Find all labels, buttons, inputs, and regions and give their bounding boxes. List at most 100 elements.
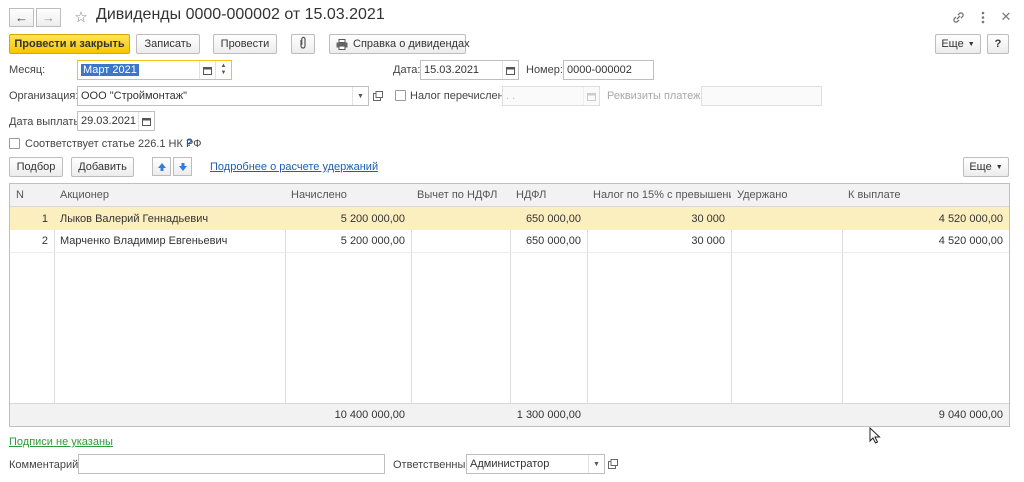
cell-accrued: 5 200 000,00 bbox=[340, 212, 405, 225]
calendar-icon[interactable] bbox=[502, 61, 518, 79]
tax-transferred-label: Налог перечислен: bbox=[410, 90, 507, 102]
col-header-payout[interactable]: К выплате bbox=[842, 184, 1009, 206]
org-label: Организация: bbox=[9, 90, 79, 102]
date-label: Дата: bbox=[393, 64, 421, 76]
cell-tax15: 30 000 bbox=[691, 235, 725, 247]
date-field[interactable]: 15.03.2021 bbox=[420, 60, 519, 80]
cell-withheld bbox=[731, 207, 842, 230]
cell-withheld bbox=[731, 230, 842, 252]
chevron-down-icon: ▼ bbox=[995, 163, 1003, 171]
table-more-label: Еще bbox=[969, 161, 992, 173]
link-icon[interactable] bbox=[951, 10, 965, 24]
page-title: Дивиденды 0000-000002 от 15.03.2021 bbox=[96, 6, 385, 23]
number-value: 0000-000002 bbox=[567, 64, 632, 76]
move-down-button[interactable] bbox=[173, 157, 192, 176]
post-button[interactable]: Провести bbox=[213, 34, 277, 54]
forward-button[interactable]: → bbox=[36, 8, 61, 27]
dividend-report-button[interactable]: Справка о дивидендах bbox=[329, 34, 470, 54]
article-226-label: Соответствует статье 226.1 НК РФ bbox=[25, 138, 202, 150]
cell-deduction bbox=[411, 230, 510, 252]
cell-ndfl: 650 000,00 bbox=[525, 235, 581, 247]
org-value: ООО "Строймонтаж" bbox=[81, 90, 188, 102]
paperclip-icon bbox=[298, 36, 308, 52]
dividend-report-label: Справка о дивидендах bbox=[353, 38, 470, 50]
article-226-checkbox[interactable] bbox=[9, 138, 20, 149]
number-field[interactable]: 0000-000002 bbox=[563, 60, 654, 80]
select-button[interactable]: Подбор bbox=[9, 157, 63, 177]
responsible-value: Администратор bbox=[470, 458, 550, 470]
save-button[interactable]: Записать bbox=[136, 34, 200, 54]
col-header-deduction[interactable]: Вычет по НДФЛ bbox=[411, 184, 510, 206]
payment-details-field bbox=[701, 86, 822, 106]
close-icon[interactable]: ✕ bbox=[999, 9, 1013, 24]
total-payout: 9 040 000,00 bbox=[938, 409, 1003, 421]
printer-icon bbox=[336, 38, 348, 50]
col-header-tax15[interactable]: Налог по 15% с превышения bbox=[587, 184, 731, 206]
cell-deduction bbox=[411, 207, 510, 230]
arrow-left-icon: ← bbox=[15, 10, 28, 25]
pay-date-field[interactable]: 29.03.2021 bbox=[77, 111, 155, 131]
responsible-label: Ответственный: bbox=[393, 459, 475, 471]
help-icon[interactable]: ? bbox=[186, 137, 193, 149]
table-row[interactable]: 2 Марченко Владимир Евгеньевич 5 200 000… bbox=[10, 230, 1009, 253]
date-value: 15.03.2021 bbox=[424, 64, 480, 76]
tax-date-field: . . bbox=[502, 86, 600, 106]
cell-accrued: 5 200 000,00 bbox=[340, 235, 405, 247]
org-field[interactable]: ООО "Строймонтаж" ▼ bbox=[77, 86, 369, 106]
add-button[interactable]: Добавить bbox=[71, 157, 134, 177]
cell-payout: 4 520 000,00 bbox=[938, 212, 1003, 225]
comment-label: Комментарий: bbox=[9, 459, 82, 471]
tax-transferred-checkbox[interactable] bbox=[395, 90, 406, 101]
move-up-button[interactable] bbox=[152, 157, 171, 176]
responsible-field[interactable]: Администратор ▼ bbox=[466, 454, 605, 474]
arrow-down-icon bbox=[178, 162, 188, 172]
cell-ndfl: 650 000,00 bbox=[525, 212, 581, 225]
stepper-icon[interactable]: ▲ ▼ bbox=[215, 61, 231, 79]
tax-date-placeholder: . . bbox=[506, 90, 516, 102]
total-ndfl: 1 300 000,00 bbox=[516, 409, 581, 421]
cell-payout: 4 520 000,00 bbox=[938, 235, 1003, 247]
calendar-icon[interactable] bbox=[199, 61, 215, 79]
help-button[interactable]: ? bbox=[987, 34, 1009, 54]
post-and-close-button[interactable]: Провести и закрыть bbox=[9, 34, 130, 54]
col-header-shareholder[interactable]: Акционер bbox=[54, 184, 285, 206]
col-header-ndfl[interactable]: НДФЛ bbox=[510, 184, 587, 206]
payment-details-label: Реквизиты платежа: bbox=[607, 90, 710, 102]
chevron-down-icon[interactable]: ▼ bbox=[352, 87, 368, 105]
calendar-icon[interactable] bbox=[138, 112, 154, 130]
chevron-down-icon: ▼ bbox=[967, 40, 975, 48]
attach-button[interactable] bbox=[291, 34, 315, 54]
col-header-accrued[interactable]: Начислено bbox=[285, 184, 411, 206]
star-icon[interactable]: ☆ bbox=[74, 9, 88, 26]
cell-n: 2 bbox=[41, 235, 48, 247]
cell-tax15: 30 000 bbox=[691, 212, 725, 225]
open-form-icon[interactable] bbox=[370, 88, 385, 104]
details-link[interactable]: Подробнее о расчете удержаний bbox=[210, 161, 378, 173]
cell-n: 1 bbox=[41, 212, 48, 225]
month-value: Март 2021 bbox=[81, 64, 139, 76]
signatures-link[interactable]: Подписи не указаны bbox=[9, 436, 113, 448]
more-label: Еще bbox=[941, 38, 964, 50]
kebab-icon[interactable] bbox=[976, 10, 990, 24]
month-field[interactable]: Март 2021 ▲ ▼ bbox=[77, 60, 232, 80]
shareholders-table[interactable]: N Акционер Начислено Вычет по НДФЛ НДФЛ … bbox=[9, 183, 1010, 427]
more-button[interactable]: Еще ▼ bbox=[935, 34, 981, 54]
chevron-down-icon[interactable]: ▼ bbox=[588, 455, 604, 473]
arrow-right-icon: → bbox=[42, 10, 55, 25]
table-row[interactable]: 1 Лыков Валерий Геннадьевич 5 200 000,00… bbox=[10, 207, 1009, 230]
number-label: Номер: bbox=[526, 64, 563, 76]
pay-date-label: Дата выплаты: bbox=[9, 116, 85, 128]
col-header-n[interactable]: N bbox=[10, 184, 54, 206]
open-form-icon[interactable] bbox=[605, 456, 620, 472]
month-label: Месяц: bbox=[9, 64, 46, 76]
cell-shareholder: Марченко Владимир Евгеньевич bbox=[60, 235, 228, 247]
back-button[interactable]: ← bbox=[9, 8, 34, 27]
comment-input[interactable] bbox=[78, 454, 385, 474]
table-more-button[interactable]: Еще ▼ bbox=[963, 157, 1009, 177]
cell-shareholder: Лыков Валерий Геннадьевич bbox=[60, 212, 209, 225]
total-accrued: 10 400 000,00 bbox=[334, 409, 405, 421]
table-header: N Акционер Начислено Вычет по НДФЛ НДФЛ … bbox=[10, 184, 1009, 207]
arrow-up-icon bbox=[157, 162, 167, 172]
col-header-withheld[interactable]: Удержано bbox=[731, 184, 842, 206]
table-totals-row: 10 400 000,00 1 300 000,00 9 040 000,00 bbox=[10, 403, 1009, 426]
